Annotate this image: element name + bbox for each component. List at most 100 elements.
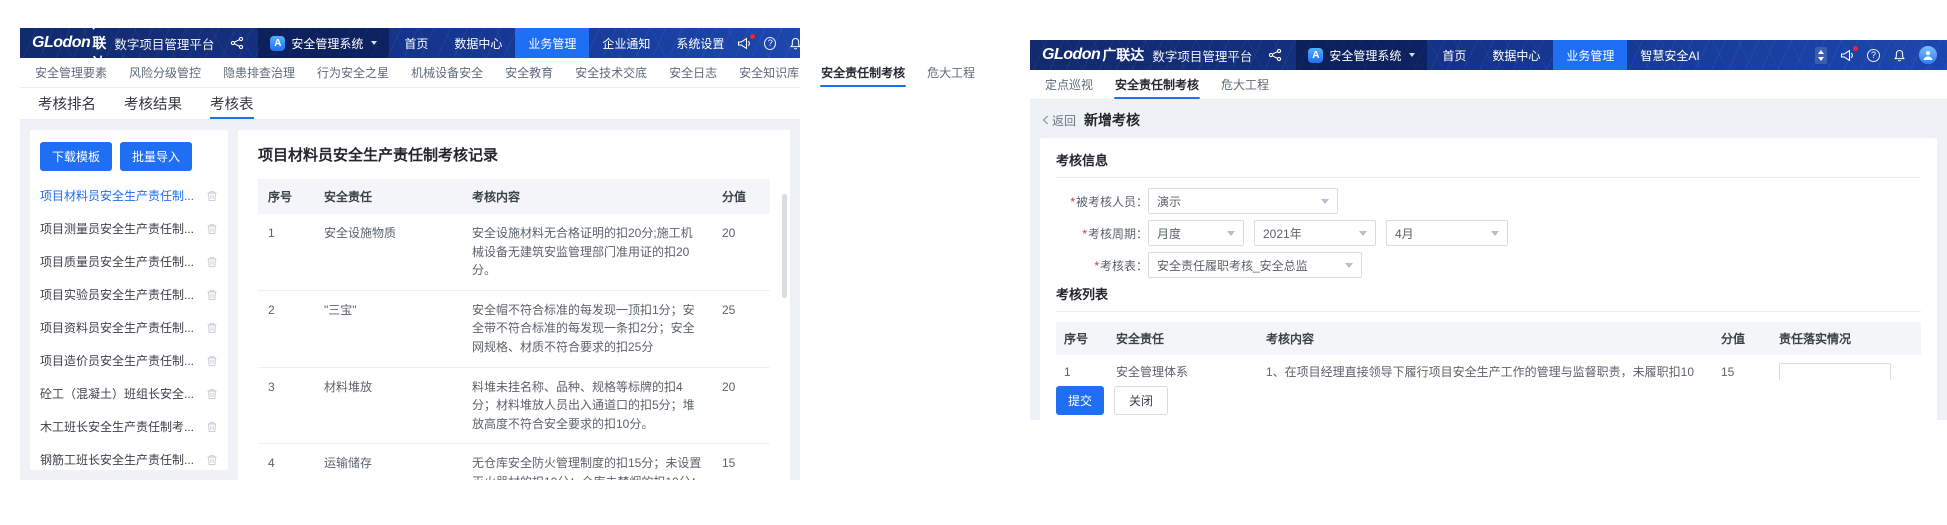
select-value: 4月 (1395, 225, 1414, 242)
list-item[interactable]: 项目造价员安全生产责任制... (40, 344, 218, 377)
main-menu: 首页 数据中心 业务管理 企业通知 系统设置 (391, 28, 737, 58)
trash-icon[interactable] (206, 322, 218, 334)
tab-sheet[interactable]: 考核表 (198, 88, 266, 119)
module-subnav: 定点巡视 安全责任制考核 危大工程 (1030, 70, 1947, 100)
avatar[interactable] (1919, 46, 1937, 64)
list-item[interactable]: 钢筋工班长安全生产责任制... (40, 443, 218, 470)
assessment-record-card: 项目材料员安全生产责任制考核记录 序号 安全责任 考核内容 分值 1 安全设施物… (238, 130, 790, 480)
menu-item-smart-safety-ai[interactable]: 智慧安全AI (1627, 40, 1712, 70)
chevron-down-icon (1409, 53, 1415, 57)
menu-item-home[interactable]: 首页 (391, 28, 441, 58)
select-value: 安全责任履职考核_安全总监 (1157, 257, 1308, 274)
vertical-scrollbar[interactable] (782, 194, 787, 298)
top-navbar: GLodon 广联达 数字项目管理平台 A 安全管理系统 首页 数据中心 业务管… (1030, 40, 1947, 70)
subnav-item[interactable]: 安全技术交底 (564, 58, 658, 87)
org-switch-icon[interactable] (230, 36, 244, 50)
cell-no: 3 (258, 368, 314, 444)
table-row: 3 材料堆放 料堆未挂名称、品种、规格等标牌的扣4分；材料堆放人员出入通道口的扣… (258, 368, 770, 445)
cycle-type-select[interactable]: 月度 (1148, 220, 1244, 246)
subnav-item[interactable]: 行为安全之星 (306, 58, 400, 87)
cycle-month-select[interactable]: 4月 (1386, 220, 1508, 246)
chevron-down-icon (1491, 231, 1499, 236)
list-item-label: 项目材料员安全生产责任制... (40, 187, 194, 204)
table-row: 1 安全管理体系 1、在项目经理直接领导下履行项目安全生产工作的管理与监督职责，… (1056, 355, 1921, 380)
top-navbar: GLodon 广联达 数字项目管理平台 A 安全管理系统 首页 数据中心 业务管… (20, 28, 800, 58)
assessed-person-select[interactable]: 演示 (1148, 188, 1338, 214)
section-title-list: 考核列表 (1056, 284, 1921, 312)
trash-icon[interactable] (206, 289, 218, 301)
menu-item-home[interactable]: 首页 (1429, 40, 1479, 70)
cell-content: 1、在项目经理直接领导下履行项目安全生产工作的管理与监督职责，未履职扣10分，失… (1258, 355, 1713, 380)
field-assessed-person: *被考核人员： 演示 (1056, 188, 1921, 214)
col-header-score: 分值 (1713, 322, 1771, 355)
list-item[interactable]: 木工班长安全生产责任制考... (40, 410, 218, 443)
list-item[interactable]: 项目测量员安全生产责任制... (40, 212, 218, 245)
menu-item-data-center[interactable]: 数据中心 (441, 28, 515, 58)
menu-item-data-center[interactable]: 数据中心 (1479, 40, 1553, 70)
subnav-item-patrol[interactable]: 定点巡视 (1034, 70, 1104, 99)
list-item-label: 木工班长安全生产责任制考... (40, 418, 194, 435)
bell-icon[interactable] (1893, 49, 1906, 62)
field-label-text: 考核表： (1100, 259, 1148, 273)
app-switcher[interactable]: A 安全管理系统 (258, 28, 389, 58)
navbar-right-icons: ? 安全 (737, 28, 800, 58)
col-header-content: 考核内容 (1258, 322, 1713, 355)
batch-import-button[interactable]: 批量导入 (120, 142, 192, 171)
list-item[interactable]: 项目材料员安全生产责任制... (40, 179, 218, 212)
menu-item-business[interactable]: 业务管理 (515, 28, 589, 58)
trash-icon[interactable] (206, 388, 218, 400)
field-label-text: 考核周期： (1088, 227, 1148, 241)
subnav-item[interactable]: 安全日志 (658, 58, 728, 87)
subnav-item[interactable]: 安全教育 (494, 58, 564, 87)
app-logo-icon: A (1308, 48, 1323, 63)
trash-icon[interactable] (206, 256, 218, 268)
trash-icon[interactable] (206, 421, 218, 433)
list-item[interactable]: 项目质量员安全生产责任制... (40, 245, 218, 278)
trash-icon[interactable] (206, 223, 218, 235)
subnav-item[interactable]: 隐患排查治理 (212, 58, 306, 87)
menu-item-notice[interactable]: 企业通知 (589, 28, 663, 58)
subnav-item-responsibility-assessment[interactable]: 安全责任制考核 (1104, 70, 1210, 99)
app-switcher[interactable]: A 安全管理系统 (1296, 40, 1427, 70)
list-item-label: 项目实验员安全生产责任制... (40, 286, 194, 303)
subnav-item[interactable]: 危大工程 (916, 58, 986, 87)
trash-icon[interactable] (206, 355, 218, 367)
submit-button[interactable]: 提交 (1056, 386, 1104, 415)
page-title: 项目材料员安全生产责任制考核记录 (258, 144, 770, 165)
list-item[interactable]: 砼工（混凝土）班组长安全... (40, 377, 218, 410)
close-button[interactable]: 关闭 (1114, 386, 1168, 415)
org-switch-icon[interactable] (1268, 48, 1282, 62)
help-icon[interactable]: ? (1867, 49, 1880, 62)
list-item-label: 项目测量员安全生产责任制... (40, 220, 194, 237)
menu-item-settings[interactable]: 系统设置 (663, 28, 737, 58)
subnav-item[interactable]: 安全知识库 (728, 58, 810, 87)
announcement-icon[interactable] (1840, 49, 1854, 62)
chevron-down-icon (1345, 263, 1353, 268)
back-link[interactable]: 返回 (1042, 112, 1076, 129)
announcement-icon[interactable] (737, 37, 751, 50)
bell-icon[interactable] (789, 37, 800, 50)
subnav-item[interactable]: 安全管理要素 (24, 58, 118, 87)
module-subnav: 安全管理要素 风险分级管控 隐患排查治理 行为安全之星 机械设备安全 安全教育 … (20, 58, 800, 88)
download-template-button[interactable]: 下载模板 (40, 142, 112, 171)
assessment-sheet-select[interactable]: 安全责任履职考核_安全总监 (1148, 252, 1362, 278)
list-item[interactable]: 项目实验员安全生产责任制... (40, 278, 218, 311)
trash-icon[interactable] (206, 454, 218, 466)
subnav-item[interactable]: 机械设备安全 (400, 58, 494, 87)
tab-ranking[interactable]: 考核排名 (26, 88, 108, 119)
list-item-label: 项目造价员安全生产责任制... (40, 352, 194, 369)
tab-results[interactable]: 考核结果 (112, 88, 194, 119)
menu-item-business[interactable]: 业务管理 (1553, 40, 1627, 70)
list-item[interactable]: 项目资料员安全生产责任制... (40, 311, 218, 344)
list-item-label: 砼工（混凝土）班组长安全... (40, 385, 194, 402)
subnav-item-responsibility-assessment[interactable]: 安全责任制考核 (810, 58, 916, 87)
trash-icon[interactable] (206, 190, 218, 202)
subnav-item-dangerous-projects[interactable]: 危大工程 (1210, 70, 1280, 99)
app-name: 安全管理系统 (291, 35, 363, 52)
help-icon[interactable]: ? (764, 37, 776, 50)
cycle-year-select[interactable]: 2021年 (1254, 220, 1376, 246)
subnav-item[interactable]: 风险分级管控 (118, 58, 212, 87)
responsibility-input[interactable] (1779, 363, 1891, 380)
cell-duty: 运输储存 (314, 444, 462, 480)
nav-scroll-widget[interactable] (1815, 47, 1827, 64)
